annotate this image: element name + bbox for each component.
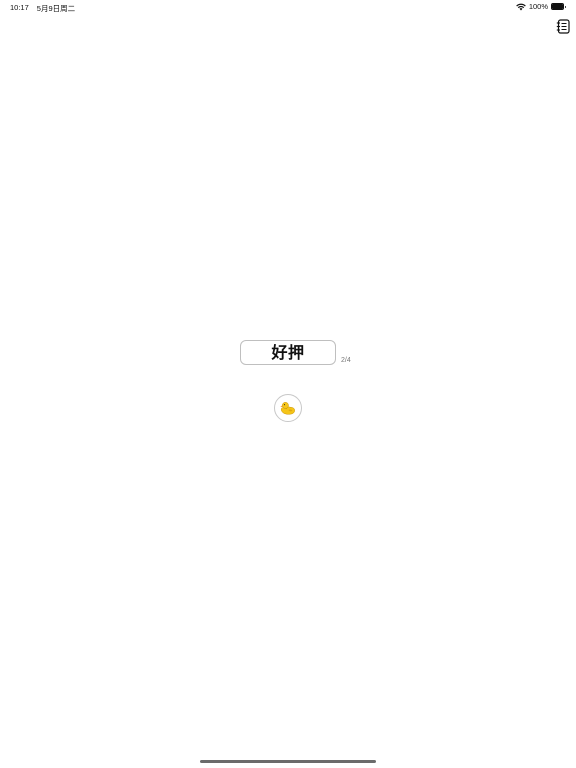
notebook-icon (556, 19, 570, 34)
status-right: 100% (516, 2, 566, 11)
status-date: 5月9日周二 (36, 4, 76, 13)
duck-icon (280, 401, 296, 415)
duck-button[interactable] (274, 394, 302, 422)
home-indicator (200, 760, 376, 763)
battery-icon (551, 3, 566, 10)
screen: 10:17 5月9日周二 100% 好押 2/4 (0, 0, 576, 768)
status-time: 10:17 (10, 3, 29, 12)
battery-percent: 100% (528, 2, 548, 11)
notebook-button[interactable] (556, 19, 570, 34)
page-indicator: 2/4 (341, 357, 351, 364)
status-left: 10:17 5月9日周二 (10, 3, 75, 14)
wifi-icon (516, 3, 526, 11)
word-text: 好押 (271, 342, 305, 362)
word-card[interactable]: 好押 (240, 340, 336, 365)
status-bar: 10:17 5月9日周二 100% (0, 0, 576, 14)
